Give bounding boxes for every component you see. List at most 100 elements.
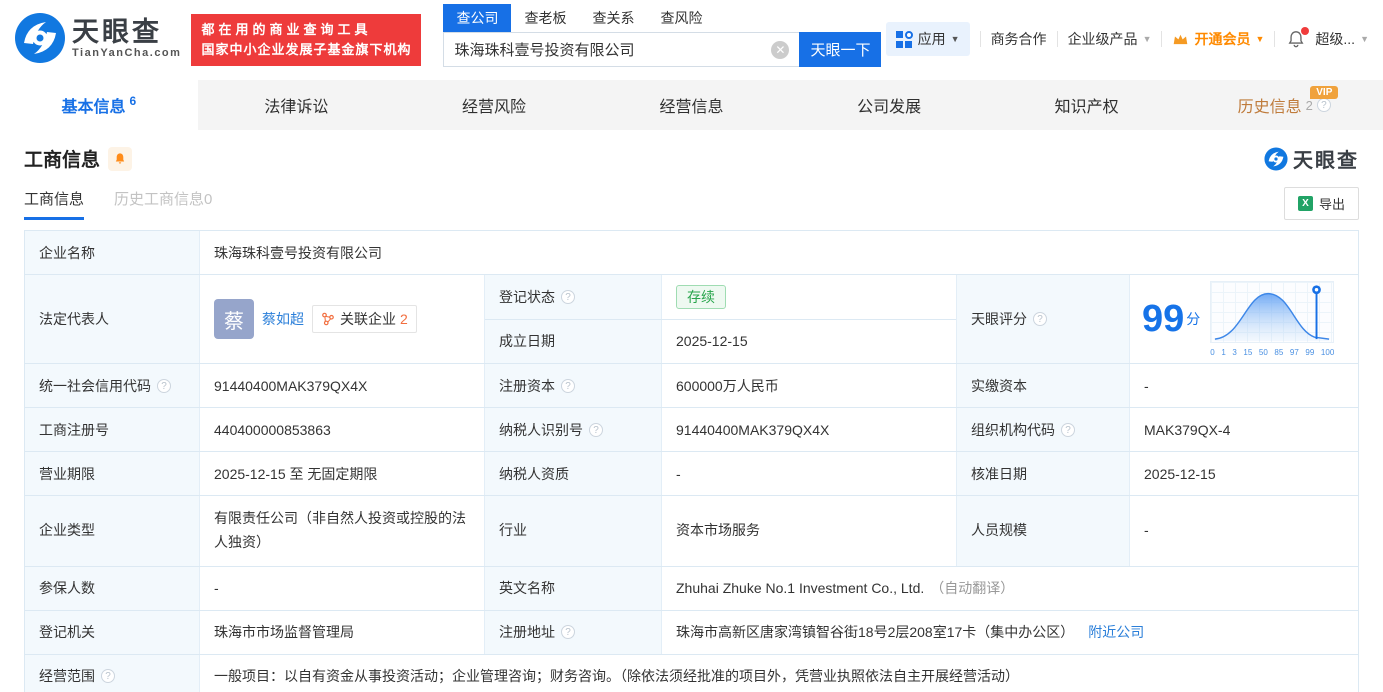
- tab-operating-info[interactable]: 经营信息: [593, 80, 791, 130]
- help-icon[interactable]: ?: [1061, 422, 1075, 437]
- reg-authority-value: 珠海市市场监督管理局: [200, 610, 485, 654]
- score-distribution-chart[interactable]: 0 1 3 15 50 85 97 99 100: [1210, 281, 1335, 357]
- logo-domain-text: TianYanCha.com: [72, 47, 182, 59]
- related-label: 关联企业: [340, 311, 396, 327]
- caret-down-icon: ▼: [1255, 34, 1265, 44]
- nav-divider: [979, 31, 981, 47]
- tab-legal[interactable]: 法律诉讼: [198, 80, 396, 130]
- reg-authority-label: 登记机关: [25, 610, 200, 654]
- taxpayer-id-label: 纳税人识别号?: [485, 408, 662, 451]
- tab-label: 历史信息: [1237, 99, 1302, 116]
- table-row: 登记机关 珠海市市场监督管理局 注册地址? 珠海市高新区唐家湾镇智谷街18号2层…: [25, 610, 1358, 655]
- approval-date-label: 核准日期: [957, 452, 1130, 495]
- top-header: 天眼查 TianYanCha.com 都在用的商业查询工具 国家中小企业发展子基…: [0, 0, 1383, 80]
- promo-line2: 国家中小企业发展子基金旗下机构: [201, 42, 412, 58]
- help-icon[interactable]: ?: [101, 669, 115, 684]
- score-value: 99: [1142, 298, 1185, 340]
- search-input[interactable]: [444, 41, 772, 58]
- chart-x-ticks: 0 1 3 15 50 85 97 99 100: [1210, 348, 1335, 357]
- help-icon[interactable]: ?: [589, 422, 603, 437]
- subscribe-bell-button[interactable]: [108, 146, 133, 171]
- label-text: 纳税人识别号: [499, 421, 583, 438]
- legal-rep-avatar[interactable]: 蔡: [214, 299, 254, 339]
- apps-menu-button[interactable]: 应用 ▼: [885, 22, 970, 56]
- label-text: 成立日期: [499, 333, 555, 350]
- nav-open-vip[interactable]: 开通会员 ▼: [1172, 29, 1264, 49]
- search-input-wrap: ✕: [443, 32, 800, 67]
- help-icon[interactable]: ?: [561, 289, 575, 304]
- clear-search-icon[interactable]: ✕: [771, 40, 790, 59]
- subtab-history-business-info[interactable]: 历史工商信息0: [114, 188, 212, 220]
- table-row: 参保人数 - 英文名称 Zhuhai Zhuke No.1 Investment…: [25, 566, 1358, 611]
- business-term-value: 2025-12-15 至 无固定期限: [200, 452, 485, 495]
- label-text: 注册资本: [499, 377, 555, 394]
- search-tab-risk[interactable]: 查风险: [647, 4, 715, 32]
- help-icon[interactable]: ?: [157, 378, 171, 393]
- nearby-companies-link[interactable]: 附近公司: [1088, 622, 1144, 642]
- legal-rep-name-link[interactable]: 蔡如超: [262, 309, 304, 329]
- company-tabbar: 基本信息 6 法律诉讼 经营风险 经营信息 公司发展 知识产权 历史信息 2 ?…: [0, 80, 1383, 130]
- section-title: 工商信息: [24, 150, 101, 171]
- company-type-label: 企业类型: [25, 496, 200, 566]
- label-text: 天眼评分: [971, 311, 1027, 327]
- help-icon[interactable]: ?: [1033, 312, 1047, 326]
- help-icon[interactable]: ?: [1316, 98, 1331, 112]
- search-tab-relation[interactable]: 查关系: [579, 4, 647, 32]
- score-unit: 分: [1186, 311, 1201, 327]
- business-term-label: 营业期限: [25, 452, 200, 495]
- tab-basic-info[interactable]: 基本信息 6: [0, 80, 198, 130]
- network-icon: [322, 312, 334, 326]
- nav-divider: [1274, 31, 1276, 47]
- company-name-value: 珠海珠科壹号投资有限公司: [214, 244, 382, 261]
- enterprise-label: 企业级产品: [1067, 31, 1138, 47]
- company-type-value: 有限责任公司（非自然人投资或控股的法人独资）: [200, 496, 485, 566]
- vip-label: 开通会员: [1194, 31, 1251, 47]
- credit-code-value: 91440400MAK379QX4X: [200, 364, 485, 407]
- business-scope-label: 经营范围?: [25, 654, 200, 692]
- nav-enterprise-products[interactable]: 企业级产品 ▼: [1068, 29, 1152, 49]
- search-area: 查公司 查老板 查关系 查风险 ✕ 天眼一下: [443, 4, 882, 67]
- search-tab-company[interactable]: 查公司: [443, 4, 512, 32]
- taxpayer-qual-value: -: [662, 452, 957, 495]
- label-text: 组织机构代码: [971, 421, 1055, 438]
- nav-super-vip[interactable]: 超级... ▼: [1315, 29, 1369, 49]
- notification-bell[interactable]: [1287, 27, 1310, 48]
- legal-rep-label: 法定代表人: [25, 275, 200, 363]
- reg-address-value: 珠海市高新区唐家湾镇智谷街18号2层208室17卡（集中办公区） 附近公司: [662, 611, 1358, 654]
- search-tabs: 查公司 查老板 查关系 查风险: [443, 4, 881, 32]
- apps-label: 应用: [917, 31, 946, 47]
- search-button[interactable]: 天眼一下: [799, 32, 882, 67]
- vip-badge: VIP: [1310, 86, 1339, 99]
- reg-address-label: 注册地址?: [485, 610, 662, 654]
- watermark-logo: 天眼查: [1264, 144, 1359, 173]
- tab-intellectual-property[interactable]: 知识产权: [988, 80, 1186, 130]
- tianyancha-logo[interactable]: 天眼查 TianYanCha.com: [14, 12, 181, 64]
- nav-business-coop[interactable]: 商务合作: [991, 29, 1047, 49]
- tab-operating-risk[interactable]: 经营风险: [395, 80, 593, 130]
- credit-code-label: 统一社会信用代码?: [25, 364, 200, 407]
- related-companies-badge[interactable]: 关联企业 2: [312, 305, 417, 333]
- english-name-text: Zhuhai Zhuke No.1 Investment Co., Ltd.: [676, 580, 925, 597]
- help-icon[interactable]: ?: [561, 625, 575, 640]
- label-text: 注册地址: [499, 624, 555, 641]
- paid-capital-label: 实缴资本: [957, 364, 1130, 407]
- tab-label: 知识产权: [1054, 99, 1119, 116]
- table-row: 统一社会信用代码? 91440400MAK379QX4X 注册资本? 60000…: [25, 364, 1358, 408]
- search-tab-boss[interactable]: 查老板: [511, 4, 579, 32]
- tab-history-info[interactable]: 历史信息 2 ? VIP: [1185, 80, 1383, 130]
- approval-date-value: 2025-12-15: [1144, 465, 1216, 482]
- tab-label: 基本信息: [61, 99, 126, 116]
- est-date-label: 成立日期: [485, 319, 662, 363]
- help-icon[interactable]: ?: [561, 378, 575, 393]
- excel-icon: X: [1297, 196, 1313, 211]
- caret-down-icon: ▼: [1142, 34, 1152, 44]
- caret-down-icon: ▼: [1360, 34, 1369, 44]
- promo-line1: 都在用的商业查询工具: [201, 22, 372, 37]
- subtab-business-info[interactable]: 工商信息: [24, 188, 85, 220]
- export-button[interactable]: X 导出: [1283, 187, 1359, 220]
- insured-count-value: -: [200, 566, 485, 610]
- taxpayer-id-value: 91440400MAK379QX4X: [662, 408, 957, 451]
- tab-company-development[interactable]: 公司发展: [790, 80, 988, 130]
- reg-capital-value: 600000万人民币: [662, 364, 957, 407]
- label-text: 统一社会信用代码: [39, 377, 151, 394]
